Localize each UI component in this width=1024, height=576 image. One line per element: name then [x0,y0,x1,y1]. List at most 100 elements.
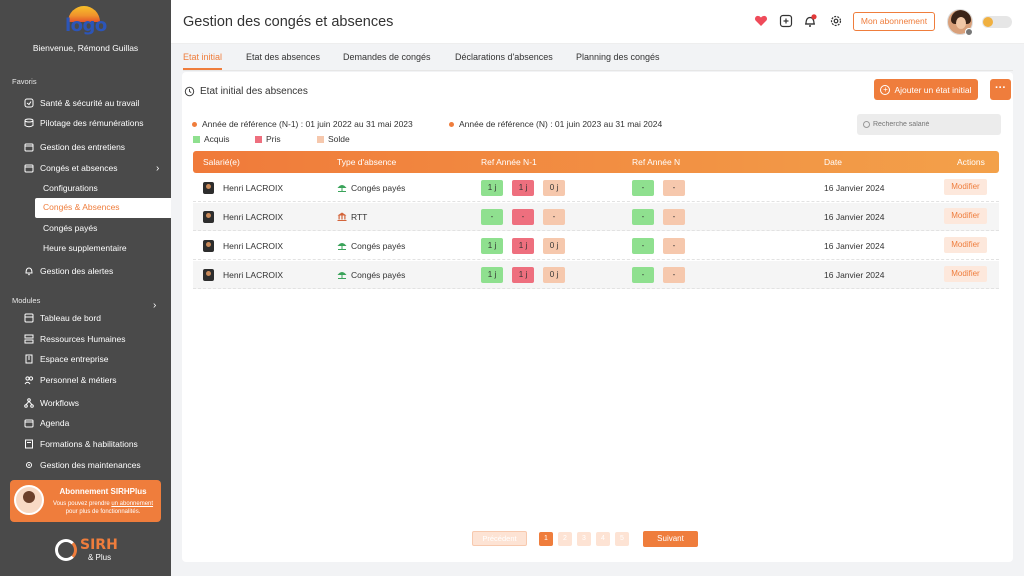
employee-avatar-icon [203,240,214,252]
sidebar-item-maintenances[interactable]: Gestion des maintenances [24,457,141,473]
n-acquis: - [632,209,654,225]
legend-swatch [317,135,324,143]
main-card: Etat initial des absences + Ajouter un é… [182,72,1013,562]
chevron-right-icon[interactable]: › [153,300,156,311]
row-date: 16 Janvier 2024 [824,270,885,280]
promo-link[interactable]: un abonnement [111,501,153,507]
avatar-settings-badge [965,28,973,36]
more-options-button[interactable]: ··· [990,79,1011,100]
subscription-promo[interactable]: Abonnement SIRHPlus Vous pouvez prendre … [10,480,161,522]
sidebar-item-formations[interactable]: Formations & habilitations [24,436,138,452]
legend-swatch [255,135,262,143]
tab-demandes-conges[interactable]: Demandes de congés [343,52,431,70]
dashboard-icon [24,313,34,323]
n1-solde: - [543,209,565,225]
umbrella-icon [337,243,347,250]
sidebar-sub-conges-absences[interactable]: Congés & Absences [35,198,171,218]
table-row: Henri LACROIX Congés payés 1 j 1 j 0 j -… [193,174,999,202]
chevron-right-icon[interactable]: › [156,163,159,174]
sidebar-sub-heure-sup[interactable]: Heure supplementaire [43,241,127,255]
n1-acquis: 1 j [481,267,503,283]
n-solde: - [663,267,685,283]
employee-name: Henri LACROIX [223,183,283,193]
sidebar-item-rh[interactable]: Ressources Humaines [24,331,126,347]
settings-gear-icon[interactable] [829,14,843,28]
pagination-prev-button[interactable]: Précédent [472,531,527,546]
theme-toggle[interactable] [982,16,1012,28]
calendar-icon [24,419,34,428]
sidebar-item-alertes[interactable]: Gestion des alertes [24,263,113,279]
pagination-next-button[interactable]: Suivant [643,531,698,547]
tab-etat-absences[interactable]: Etat des absences [246,52,320,70]
building-icon [337,212,347,221]
th-date: Date [824,157,842,167]
pagination-page[interactable]: 4 [596,532,610,546]
n-acquis: - [632,238,654,254]
building-icon [25,354,33,364]
plus-circle-icon: + [880,84,891,95]
th-type: Type d'absence [337,157,397,167]
sidebar-sub-conges-payes[interactable]: Congés payés [43,221,97,235]
sidebar-item-remunerations[interactable]: Pilotage des rémunérations [24,115,143,131]
notification-bell-icon[interactable] [803,14,817,28]
legend-acquis: Acquis [193,134,230,144]
employee-name: Henri LACROIX [223,270,283,280]
calendar-icon [24,143,34,152]
employee-avatar-icon [203,182,214,194]
users-icon [24,376,34,385]
sidebar-item-conges[interactable]: Congés et absences [24,160,118,176]
sidebar-item-agenda[interactable]: Agenda [24,415,69,431]
n1-pris: 1 j [512,238,534,254]
subscription-button[interactable]: Mon abonnement [853,12,935,31]
n-solde: - [663,180,685,196]
add-initial-state-button[interactable]: + Ajouter un état initial [874,79,978,100]
add-box-icon[interactable] [779,14,793,28]
page-title: Gestion des congés et absences [183,14,394,30]
n1-pris: - [512,209,534,225]
legend-solde: Solde [317,134,350,144]
pagination-page[interactable]: 2 [558,532,572,546]
modify-button[interactable]: Modifier [944,237,987,253]
top-header: Gestion des congés et absences Mon abonn… [171,0,1024,44]
umbrella-icon [337,272,347,279]
absence-type: Congés payés [351,241,406,251]
pagination-page[interactable]: 5 [615,532,629,546]
table-row: Henri LACROIX RTT - - - - - 16 Janvier 2… [193,203,999,231]
pagination-page[interactable]: 1 [539,532,553,546]
app-logo[interactable]: logo [65,6,107,38]
sidebar-sub-configurations[interactable]: Configurations [43,181,98,195]
sidebar-item-entretiens[interactable]: Gestion des entretiens [24,139,125,155]
table-row: Henri LACROIX Congés payés 1 j 1 j 0 j -… [193,232,999,260]
n1-solde: 0 j [543,180,565,196]
employee-avatar-icon [203,269,214,281]
bullet-icon [449,121,454,127]
sidebar-item-tableau-de-bord[interactable]: Tableau de bord [24,310,101,326]
tab-declarations-absences[interactable]: Déclarations d'absences [455,52,553,70]
heart-icon[interactable] [754,14,768,28]
history-icon [184,86,195,97]
modify-button[interactable]: Modifier [944,179,987,195]
legend-pris: Pris [255,134,281,144]
tab-planning-conges[interactable]: Planning des congés [576,52,660,70]
sidebar-item-entreprise[interactable]: Espace entreprise [24,351,109,367]
modify-button[interactable]: Modifier [944,266,987,282]
sidebar-item-workflows[interactable]: Workflows [24,395,79,411]
row-date: 16 Janvier 2024 [824,241,885,251]
modify-button[interactable]: Modifier [944,208,987,224]
pagination-page[interactable]: 3 [577,532,591,546]
n-solde: - [663,238,685,254]
employee-avatar-icon [203,211,214,223]
th-actions: Actions [957,157,985,167]
absence-type: Congés payés [351,270,406,280]
n1-solde: 0 j [543,238,565,254]
section-title: Etat initial des absences [200,86,308,97]
tab-etat-initial[interactable]: Etat initial [183,52,223,70]
sidebar-item-personnel[interactable]: Personnel & métiers [24,372,117,388]
modules-title: Modules [12,296,41,305]
search-input[interactable] [857,114,1001,135]
ref-year-current: Année de référence (N) : 01 juin 2023 au… [449,119,662,129]
stack-icon [24,334,34,344]
absence-type: Congés payés [351,183,406,193]
sidebar-item-sante[interactable]: Santé & sécurité au travail [24,95,139,111]
welcome-text: Bienvenue, Rémond Guillas [32,43,139,53]
